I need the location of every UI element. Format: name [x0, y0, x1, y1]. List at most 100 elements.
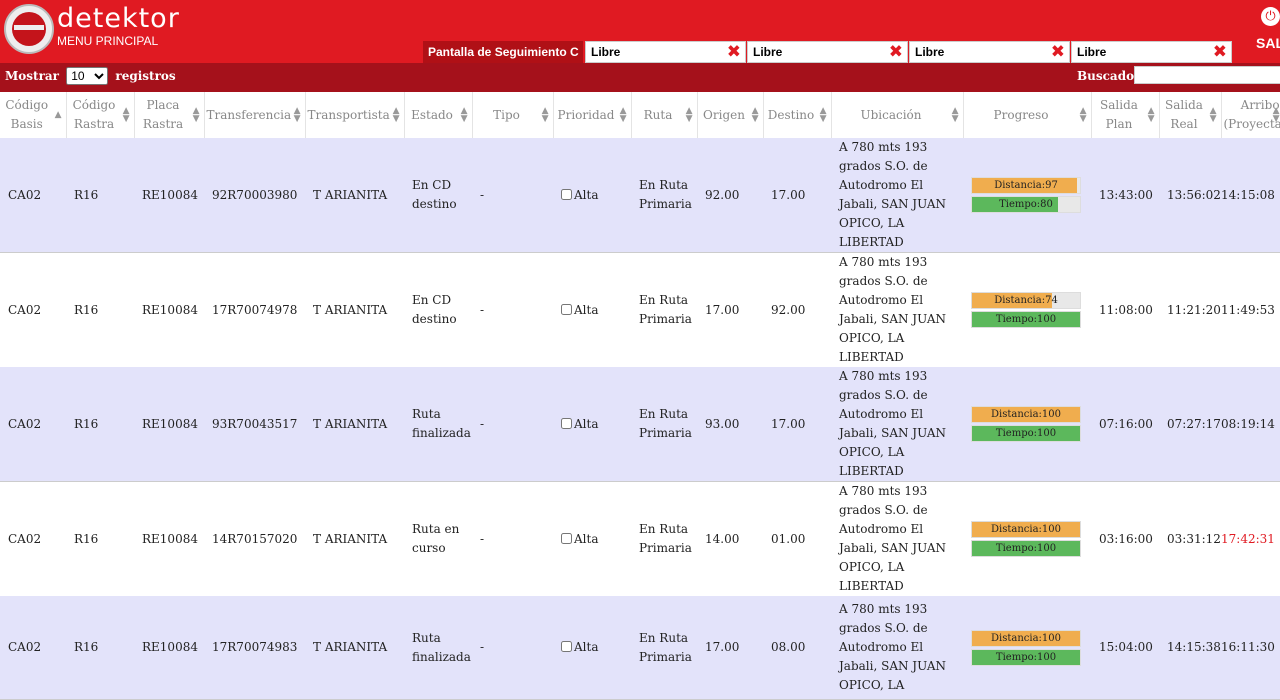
column-header[interactable]: Código Basis▲ — [0, 92, 66, 138]
cell-prioridad: Alta — [553, 367, 631, 482]
distance-progress-bar: Distancia:97 — [971, 177, 1081, 194]
cell-progreso: Distancia:100 Tiempo:100 — [963, 367, 1091, 482]
column-header-label: Prioridad — [558, 108, 615, 122]
top-bar: detektor MENU PRINCIPAL Pantalla de Segu… — [0, 0, 1280, 63]
column-header-label: Transferencia — [207, 108, 292, 122]
priority-checkbox[interactable] — [561, 641, 572, 652]
menu-principal-link[interactable]: MENU PRINCIPAL — [57, 34, 158, 48]
cell-rastra: R16 — [66, 138, 134, 253]
exit-button[interactable]: SAL — [1256, 35, 1280, 51]
page-size-control: Mostrar 10 registros — [5, 66, 176, 86]
cell-origen: 17.00 — [697, 253, 763, 368]
clear-filter-icon[interactable]: ✖ — [1213, 42, 1227, 62]
clear-filter-icon[interactable]: ✖ — [1051, 42, 1065, 62]
cell-ubicacion: A 780 mts 193 grados S.O. de Autodromo E… — [831, 138, 963, 253]
sort-icon: ▲▼ — [952, 107, 959, 123]
cell-estado: Ruta finalizada — [404, 596, 472, 700]
sort-icon: ▲▼ — [1273, 107, 1280, 123]
show-label: Mostrar — [5, 69, 59, 83]
cell-ruta: En Ruta Primaria — [631, 482, 697, 597]
column-header-label: Ubicación — [860, 108, 921, 122]
cell-arribo: 16:11:30 — [1221, 596, 1280, 700]
clear-filter-icon[interactable]: ✖ — [889, 42, 903, 62]
filter-value: Libre — [1077, 45, 1106, 59]
column-header-label: Ruta — [644, 108, 673, 122]
table-row[interactable]: CA02R16RE1008493R70043517T ARIANITARuta … — [0, 367, 1280, 482]
cell-salida_plan: 11:08:00 — [1091, 253, 1159, 368]
cell-transportista: T ARIANITA — [305, 253, 404, 368]
priority-checkbox[interactable] — [561, 418, 572, 429]
table-row[interactable]: CA02R16RE1008492R70003980T ARIANITAEn CD… — [0, 138, 1280, 253]
column-header[interactable]: Tipo▲▼ — [472, 92, 553, 138]
sort-icon: ▲▼ — [1148, 107, 1155, 123]
column-header[interactable]: Transferencia▲▼ — [204, 92, 305, 138]
column-header[interactable]: Estado▲▼ — [404, 92, 472, 138]
filter-field-3[interactable]: Libre✖ — [909, 41, 1070, 63]
cell-arribo: 17:42:31 — [1221, 482, 1280, 597]
cell-tipo: - — [472, 253, 553, 368]
column-header-label: Progreso — [994, 108, 1049, 122]
column-header[interactable]: Ubicación ▲▼ — [831, 92, 963, 138]
column-header[interactable]: Progreso ▲▼ — [963, 92, 1091, 138]
table-row[interactable]: CA02R16RE1008417R70074978T ARIANITAEn CD… — [0, 253, 1280, 368]
cell-rastra: R16 — [66, 596, 134, 700]
records-label: registros — [115, 69, 175, 83]
cell-basis: CA02 — [0, 138, 66, 253]
column-header-label: Tipo — [493, 108, 520, 122]
priority-checkbox[interactable] — [561, 304, 572, 315]
time-progress-bar: Tiempo:100 — [971, 649, 1081, 666]
priority-label: Alta — [574, 532, 598, 546]
sort-icon: ▲▼ — [193, 107, 200, 123]
priority-checkbox[interactable] — [561, 533, 572, 544]
column-header[interactable]: Salida Plan▲▼ — [1091, 92, 1159, 138]
cell-salida_real: 03:31:12 — [1159, 482, 1221, 597]
column-header[interactable]: Arribo (Proyectado▲▼ — [1221, 92, 1280, 138]
column-header[interactable]: Salida Real▲▼ — [1159, 92, 1221, 138]
detektor-logo-icon[interactable] — [4, 4, 54, 54]
time-progress-bar-label: Tiempo:100 — [996, 652, 1056, 663]
power-icon[interactable]: ⏻ — [1261, 7, 1280, 26]
filter-field-2[interactable]: Libre ✖ — [747, 41, 908, 63]
filter-value: Libre — [753, 45, 782, 59]
page-size-select[interactable]: 10 — [66, 67, 108, 85]
table-row[interactable]: CA02R16RE1008414R70157020T ARIANITARuta … — [0, 482, 1280, 597]
sort-icon: ▲▼ — [620, 107, 627, 123]
column-header[interactable]: Origen▲▼ — [697, 92, 763, 138]
distance-progress-bar-label: Distancia:100 — [991, 409, 1061, 420]
column-header[interactable]: Transportista▲▼ — [305, 92, 404, 138]
table-row[interactable]: CA02R16RE1008417R70074983T ARIANITARuta … — [0, 596, 1280, 700]
cell-basis: CA02 — [0, 253, 66, 368]
sort-icon: ▲▼ — [1080, 107, 1087, 123]
filter-field-1[interactable]: Libre✖ — [585, 41, 746, 63]
cell-tipo: - — [472, 482, 553, 597]
priority-checkbox[interactable] — [561, 189, 572, 200]
cell-salida_plan: 07:16:00 — [1091, 367, 1159, 482]
column-header[interactable]: Prioridad ▲▼ — [553, 92, 631, 138]
column-header[interactable]: Código Rastra▲▼ — [66, 92, 134, 138]
priority-label: Alta — [574, 417, 598, 431]
column-header-label: Placa Rastra — [137, 96, 190, 134]
clear-filter-icon[interactable]: ✖ — [727, 42, 741, 62]
time-progress-bar-label: Tiempo:100 — [996, 428, 1056, 439]
cell-transferencia: 93R70043517 — [204, 367, 305, 482]
cell-tipo: - — [472, 367, 553, 482]
cell-destino: 92.00 — [763, 253, 831, 368]
cell-rastra: R16 — [66, 482, 134, 597]
column-header[interactable]: Ruta▲▼ — [631, 92, 697, 138]
cell-transferencia: 17R70074983 — [204, 596, 305, 700]
sort-icon: ▲▼ — [294, 107, 301, 123]
cell-origen: 93.00 — [697, 367, 763, 482]
cell-salida_real: 13:56:02 — [1159, 138, 1221, 253]
cell-ruta: En Ruta Primaria — [631, 253, 697, 368]
cell-salida_plan: 03:16:00 — [1091, 482, 1159, 597]
column-header[interactable]: Placa Rastra▲▼ — [134, 92, 204, 138]
search-input[interactable] — [1134, 66, 1280, 84]
cell-ruta: En Ruta Primaria — [631, 596, 697, 700]
column-header[interactable]: Destino▲▼ — [763, 92, 831, 138]
brand-name[interactable]: detektor — [57, 4, 180, 34]
cell-progreso: Distancia:97Tiempo:80 — [963, 138, 1091, 253]
cell-transportista: T ARIANITA — [305, 138, 404, 253]
cell-destino: 17.00 — [763, 367, 831, 482]
cell-placa: RE10084 — [134, 138, 204, 253]
filter-field-4[interactable]: Libre ✖ — [1071, 41, 1232, 63]
